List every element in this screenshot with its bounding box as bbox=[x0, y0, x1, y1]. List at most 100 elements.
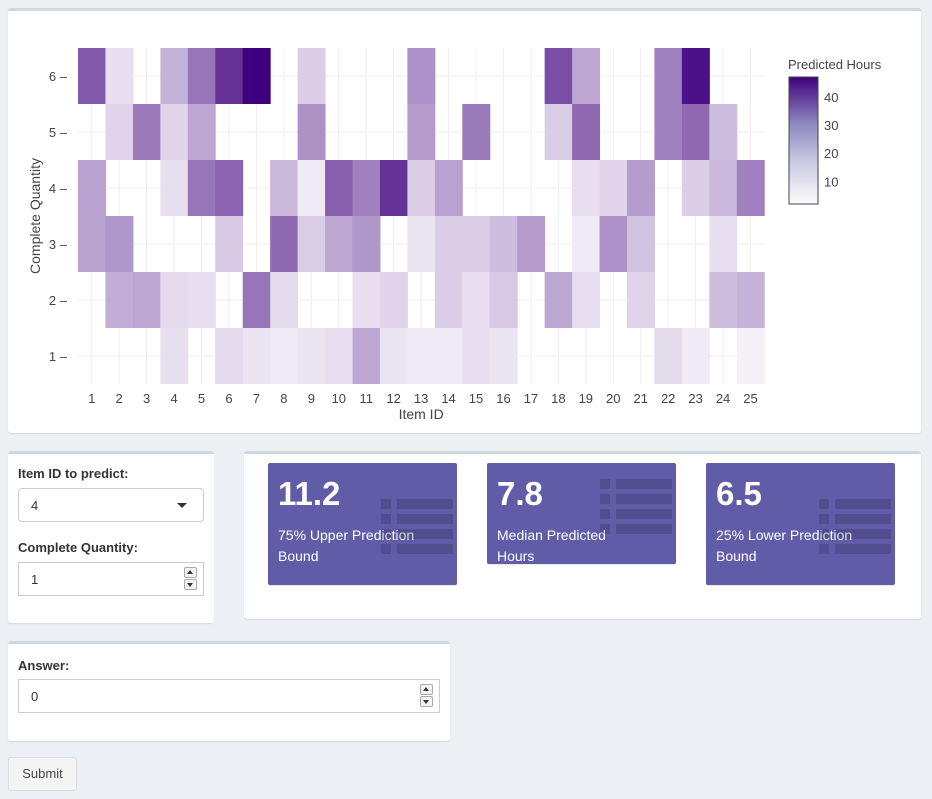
heatmap-cell bbox=[434, 328, 463, 384]
heatmap-cell bbox=[489, 272, 518, 328]
heatmap-cell bbox=[297, 328, 326, 384]
heatmap-cell bbox=[736, 328, 765, 384]
answer-stepper[interactable] bbox=[420, 684, 433, 708]
heatmap-cell bbox=[379, 328, 408, 384]
heatmap-cell bbox=[187, 48, 216, 104]
heatmap-cell bbox=[572, 160, 601, 216]
quantity-stepper[interactable] bbox=[184, 567, 197, 591]
heatmap-cell bbox=[736, 160, 765, 216]
heatmap-cell bbox=[132, 272, 161, 328]
heatmap-cell bbox=[709, 272, 738, 328]
heatmap-cell bbox=[407, 48, 436, 104]
heatmap-cell bbox=[105, 216, 134, 272]
x-tick-label: 2 bbox=[116, 391, 123, 406]
x-tick-label: 8 bbox=[280, 391, 287, 406]
x-tick-label: 3 bbox=[143, 391, 150, 406]
heatmap-cell bbox=[599, 216, 628, 272]
heatmap-cell bbox=[627, 160, 655, 216]
heatmap-cell bbox=[160, 104, 189, 160]
heatmap-cell bbox=[297, 104, 326, 160]
heatmap-cell bbox=[352, 160, 381, 216]
lower-bound-value: 6.5 bbox=[716, 475, 762, 512]
heatmap-cell bbox=[78, 216, 106, 272]
heatmap-cell bbox=[709, 104, 738, 160]
heatmap-cell bbox=[325, 160, 353, 216]
heatmap-cell bbox=[270, 328, 299, 384]
increment-icon[interactable] bbox=[184, 567, 197, 578]
heatmap-cell bbox=[78, 48, 106, 104]
heatmap-cell bbox=[325, 328, 353, 384]
heatmap-cell bbox=[654, 104, 683, 160]
heatmap-cell bbox=[242, 272, 271, 328]
median-value: 7.8 bbox=[497, 475, 543, 512]
x-tick-label: 5 bbox=[198, 391, 205, 406]
colorbar-title: Predicted Hours bbox=[788, 57, 882, 72]
answer-value: 0 bbox=[31, 689, 39, 704]
heatmap-cell bbox=[681, 48, 710, 104]
decrement-icon[interactable] bbox=[420, 696, 433, 707]
colorbar-tick-label: 10 bbox=[824, 174, 838, 189]
item-id-select[interactable]: 4 bbox=[18, 488, 204, 522]
heatmap-cell bbox=[78, 160, 106, 216]
heatmap-cell bbox=[297, 160, 326, 216]
increment-icon[interactable] bbox=[420, 684, 433, 695]
heatmap-cell bbox=[709, 216, 738, 272]
list-icon bbox=[600, 479, 672, 539]
heatmap-cell bbox=[160, 328, 189, 384]
heatmap-cell bbox=[352, 328, 381, 384]
complete-quantity-input[interactable]: 1 bbox=[18, 562, 204, 596]
heatmap-cell bbox=[462, 328, 491, 384]
x-tick-label: 13 bbox=[414, 391, 428, 406]
y-tick-label: 2 – bbox=[49, 293, 68, 308]
y-tick-label: 1 – bbox=[49, 349, 68, 364]
heatmap-chart[interactable]: 1 2 3 4 5 6 7 8 9 10 11 12 13 14 15 16 17 18 19 20 21 22 23 24 2… bbox=[8, 11, 921, 433]
heatmap-cell bbox=[681, 104, 710, 160]
y-tick-label: 5 – bbox=[49, 125, 68, 140]
heatmap-cell bbox=[517, 216, 546, 272]
heatmap-cell bbox=[297, 216, 326, 272]
heatmap-cell bbox=[215, 48, 244, 104]
heatmap-cell bbox=[572, 216, 601, 272]
heatmap-cell bbox=[407, 328, 436, 384]
submit-button[interactable]: Submit bbox=[8, 757, 77, 791]
upper-bound-valuebox: 11.2 75% Upper Prediction Bound bbox=[268, 463, 457, 585]
heatmap-panel: 1 2 3 4 5 6 7 8 9 10 11 12 13 14 15 16 17 18 19 20 21 22 23 24 2… bbox=[8, 8, 921, 433]
decrement-icon[interactable] bbox=[184, 579, 197, 590]
heatmap-cell bbox=[160, 272, 189, 328]
heatmap-cell bbox=[215, 160, 244, 216]
x-tick-label: 21 bbox=[633, 391, 647, 406]
heatmap-cell bbox=[544, 104, 573, 160]
x-tick-label: 23 bbox=[688, 391, 702, 406]
x-tick-label: 9 bbox=[308, 391, 315, 406]
heatmap-cell bbox=[187, 160, 216, 216]
colorbar-tick-label: 40 bbox=[824, 90, 838, 105]
answer-input[interactable]: 0 bbox=[18, 679, 440, 713]
heatmap-cell bbox=[270, 216, 299, 272]
upper-bound-value: 11.2 bbox=[278, 475, 341, 512]
heatmap-cell bbox=[709, 160, 738, 216]
heatmap-cell bbox=[434, 216, 463, 272]
y-tick-label: 3 – bbox=[49, 237, 68, 252]
x-tick-label: 10 bbox=[332, 391, 346, 406]
heatmap-cell bbox=[434, 160, 463, 216]
heatmap-cell bbox=[160, 160, 189, 216]
x-tick-label: 6 bbox=[225, 391, 232, 406]
heatmap-cell bbox=[489, 328, 518, 384]
heatmap-cell bbox=[379, 160, 408, 216]
x-axis-title: Item ID bbox=[399, 406, 444, 422]
heatmap-cell bbox=[325, 216, 353, 272]
heatmap-cell bbox=[352, 216, 381, 272]
heatmap-cell bbox=[407, 160, 436, 216]
answer-label: Answer: bbox=[18, 658, 70, 673]
complete-quantity-value: 1 bbox=[31, 572, 39, 587]
heatmap-cell bbox=[242, 328, 271, 384]
heatmap-cell bbox=[215, 216, 244, 272]
heatmap-cell bbox=[572, 272, 601, 328]
heatmap-cell bbox=[242, 48, 271, 104]
heatmap-cell bbox=[105, 104, 134, 160]
heatmap-cell bbox=[572, 48, 601, 104]
heatmap-cell bbox=[407, 216, 436, 272]
heatmap-cell bbox=[187, 272, 216, 328]
heatmap-cell bbox=[572, 104, 601, 160]
y-tick-label: 6 – bbox=[49, 69, 68, 84]
